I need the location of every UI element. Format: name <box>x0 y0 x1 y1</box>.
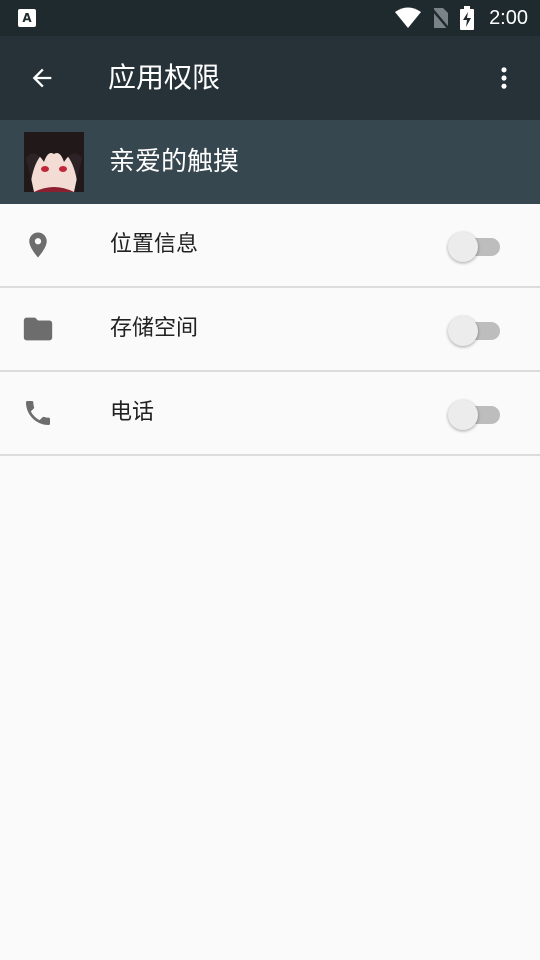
arrow-left-icon <box>32 68 52 88</box>
app-name: 亲爱的触摸 <box>109 147 240 177</box>
notification-app-icon: A <box>18 9 36 27</box>
app-header: 亲爱的触摸 <box>0 120 540 204</box>
permission-list: 位置信息 存储空间 电话 <box>0 204 540 456</box>
storage-toggle[interactable] <box>448 314 502 346</box>
status-bar: A 2:00 <box>0 0 540 36</box>
location-pin-icon <box>20 227 56 263</box>
permission-row-storage[interactable]: 存储空间 <box>0 288 540 372</box>
permission-label: 电话 <box>110 400 155 425</box>
toggle-thumb <box>448 316 478 346</box>
toggle-thumb <box>448 232 478 262</box>
battery-charging-icon <box>460 6 475 30</box>
phone-toggle[interactable] <box>448 398 502 430</box>
app-avatar-image <box>24 132 84 192</box>
no-sim-icon <box>431 8 450 29</box>
wifi-icon <box>395 7 422 28</box>
app-toolbar: 应用权限 <box>0 36 540 120</box>
notification-app-glyph: A <box>22 11 32 25</box>
permission-label: 位置信息 <box>110 232 199 257</box>
permission-row-location[interactable]: 位置信息 <box>0 204 540 288</box>
folder-icon <box>20 311 56 347</box>
permission-label: 存储空间 <box>110 316 199 341</box>
permission-row-phone[interactable]: 电话 <box>0 372 540 456</box>
more-vert-icon <box>501 67 507 89</box>
app-icon <box>24 132 84 192</box>
toggle-thumb <box>448 400 478 430</box>
phone-icon <box>20 395 56 431</box>
location-toggle[interactable] <box>448 230 502 262</box>
overflow-menu-button[interactable] <box>484 58 524 98</box>
status-icons: 2:00 <box>395 0 528 36</box>
page-title: 应用权限 <box>108 61 221 94</box>
status-time: 2:00 <box>489 6 528 29</box>
back-button[interactable] <box>20 56 64 100</box>
